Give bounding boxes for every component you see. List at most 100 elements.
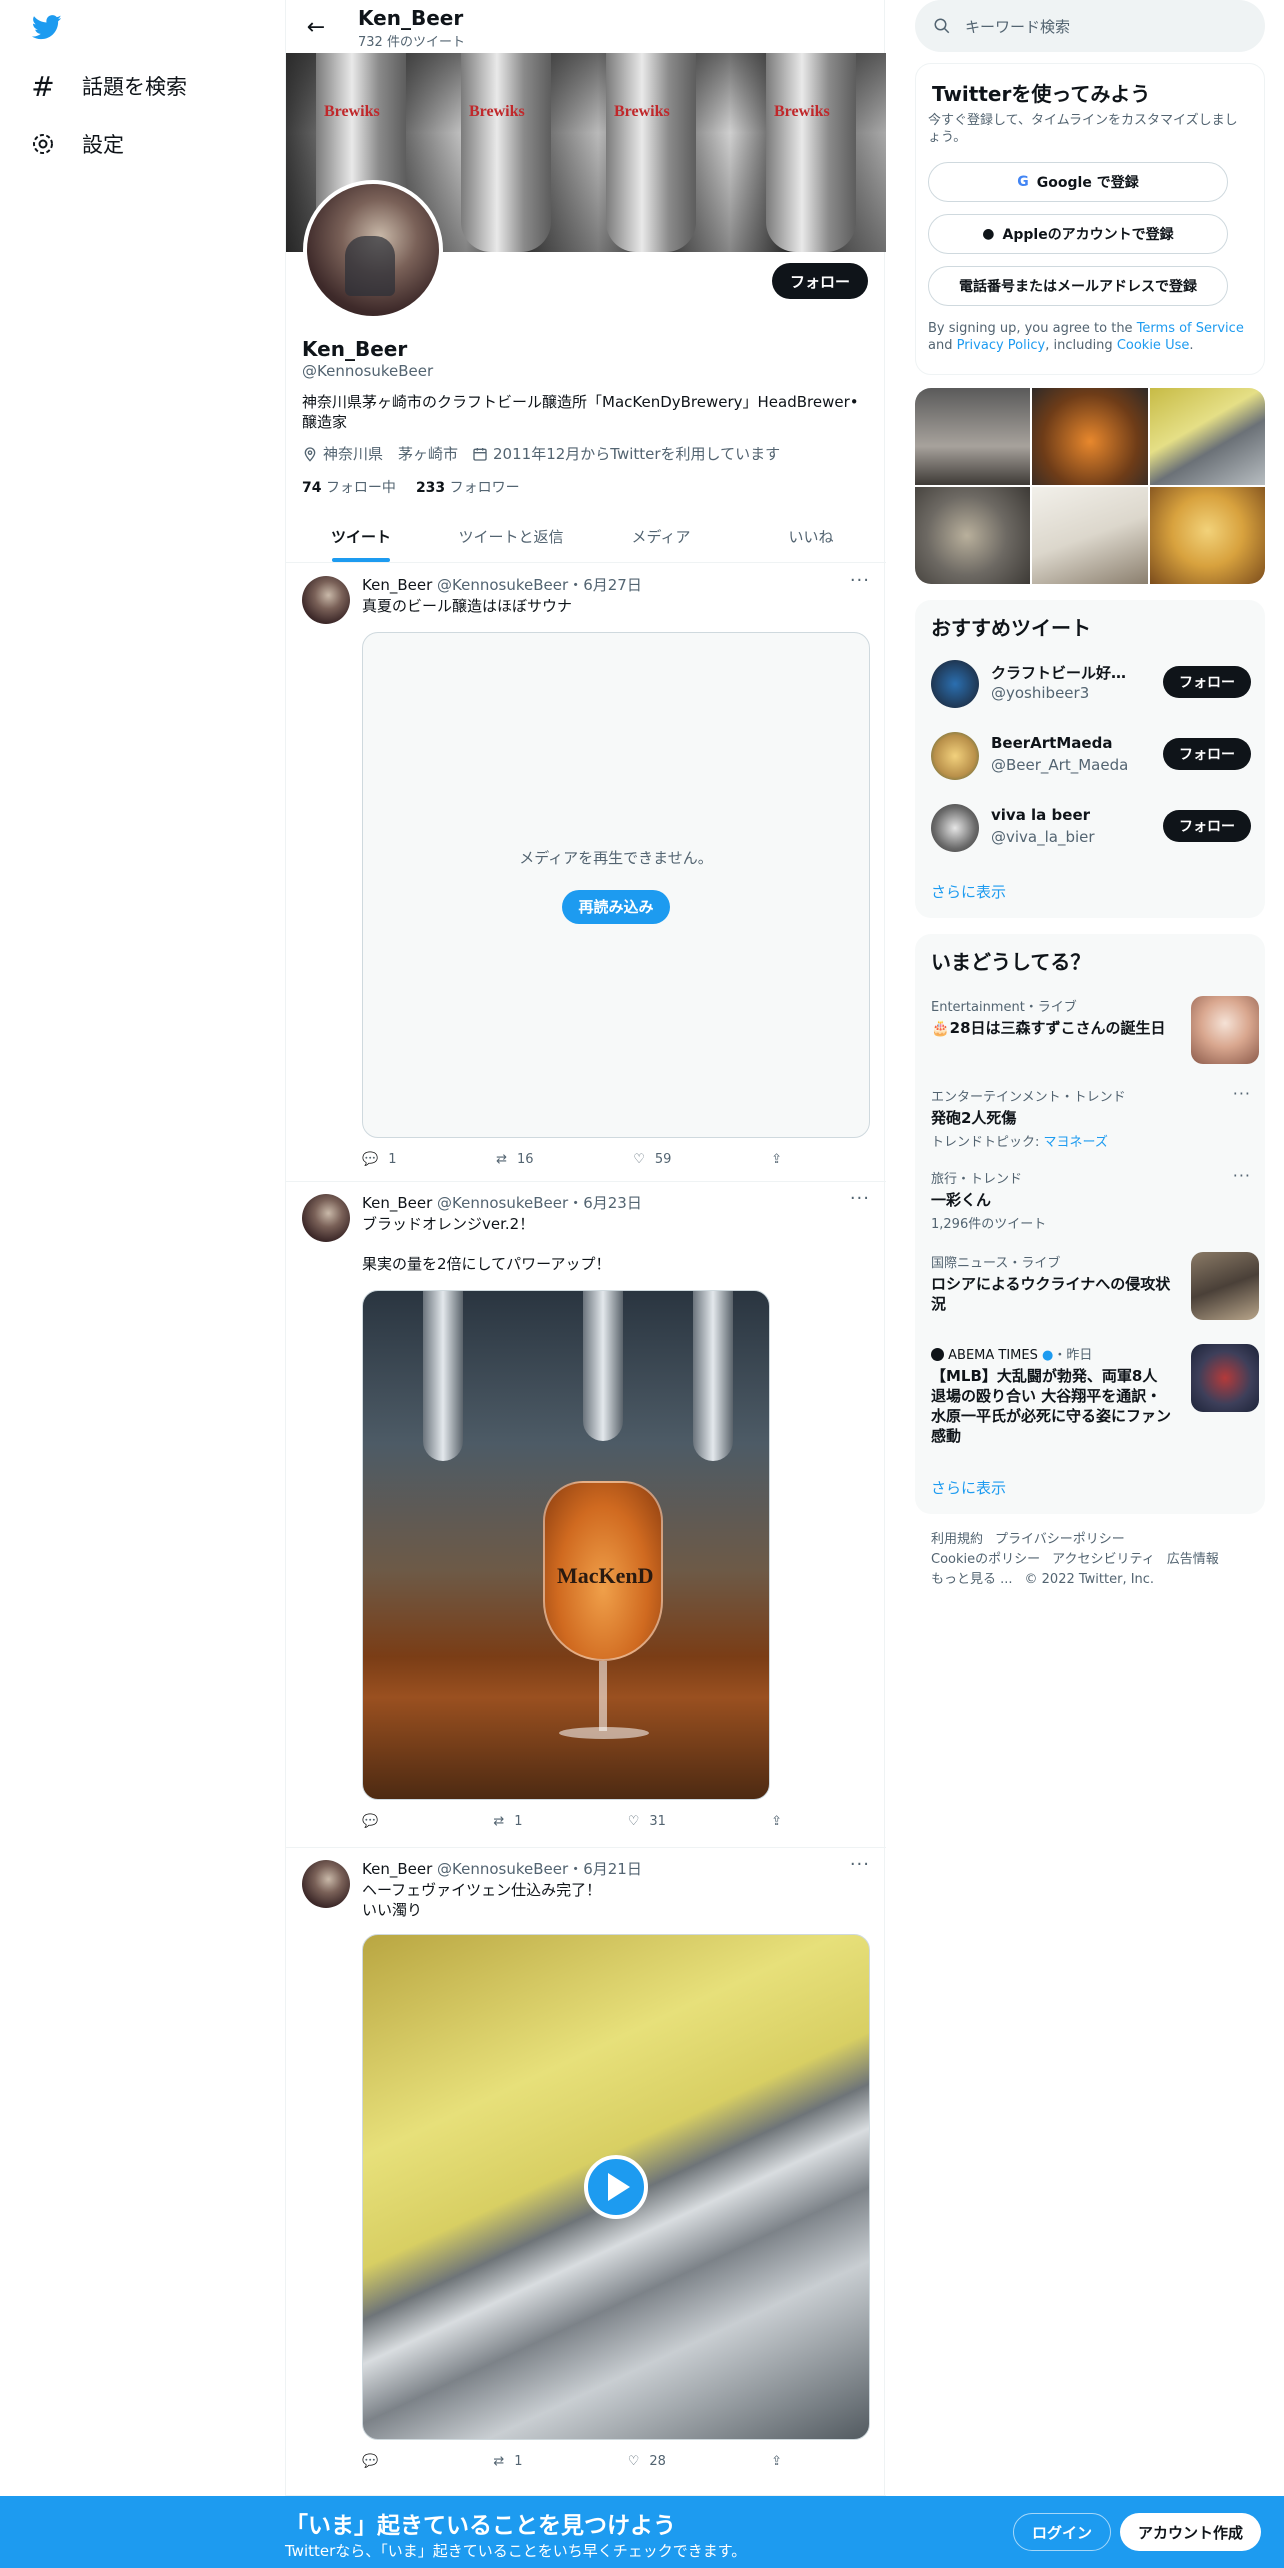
- tab-media[interactable]: メディア: [586, 510, 736, 562]
- more-options-icon[interactable]: ···: [1233, 1084, 1251, 1103]
- tweet-avatar[interactable]: [302, 1194, 350, 1242]
- more-options-icon[interactable]: ···: [850, 1188, 870, 1209]
- retweet-button[interactable]: ⇄ 16: [496, 1152, 533, 1167]
- reply-button[interactable]: 💬 1: [362, 1152, 396, 1167]
- nav-explore[interactable]: # 話題を検索: [28, 58, 187, 114]
- footer-link[interactable]: もっと見る ...: [931, 1572, 1013, 1587]
- beer-tap: [693, 1291, 733, 1461]
- recommended-user[interactable]: viva la beer @viva_la_bier フォロー: [931, 800, 1251, 856]
- retweet-button[interactable]: ⇄ 1: [493, 2454, 522, 2469]
- google-icon: G: [1017, 174, 1029, 190]
- recommended-user[interactable]: BeerArtMaeda @Beer_Art_Maeda フォロー: [931, 728, 1251, 784]
- share-button[interactable]: ⇪: [771, 2454, 782, 2469]
- follow-button[interactable]: フォロー: [1163, 810, 1251, 842]
- back-arrow-icon[interactable]: ←: [300, 11, 332, 43]
- tweet[interactable]: Ken_Beer @KennosukeBeer・6月23日 ··· ブラッドオレ…: [286, 1182, 886, 1848]
- follow-button[interactable]: フォロー: [1163, 738, 1251, 770]
- recommended-user-name: クラフトビール好き...: [991, 664, 1141, 682]
- trend-item[interactable]: 旅行・トレンド 一彩くん 1,296件のツイート ···: [931, 1166, 1251, 1232]
- signup-card: Twitterを使ってみよう 今すぐ登録して、タイムラインをカスタマイズしましょ…: [915, 63, 1265, 375]
- reply-button[interactable]: 💬: [362, 1814, 388, 1829]
- trend-topic-link[interactable]: マヨネーズ: [1044, 1135, 1108, 1150]
- footer-link[interactable]: Cookieのポリシー: [931, 1552, 1040, 1567]
- footer-link[interactable]: 利用規約: [931, 1532, 983, 1547]
- trend-title: 一彩くん: [931, 1191, 992, 1209]
- show-more-link[interactable]: さらに表示: [931, 881, 1006, 902]
- tweet-photo[interactable]: MacKenD: [362, 1290, 770, 1800]
- trend-meta: 旅行・トレンド: [931, 1172, 1023, 1187]
- footer-link[interactable]: プライバシーポリシー: [995, 1532, 1125, 1547]
- follow-button[interactable]: フォロー: [771, 263, 868, 299]
- cookie-link[interactable]: Cookie Use: [1117, 338, 1190, 353]
- verified-badge-icon: ●: [1042, 1348, 1054, 1363]
- more-options-icon[interactable]: ···: [850, 1854, 870, 1875]
- trend-sub: 1,296件のツイート: [931, 1217, 1047, 1232]
- following-link[interactable]: 74 フォロー中: [302, 477, 396, 497]
- media-thumb[interactable]: [915, 388, 1031, 485]
- media-thumb[interactable]: [1032, 487, 1148, 584]
- nav-settings[interactable]: 設定: [28, 116, 124, 172]
- like-button[interactable]: ♡ 31: [628, 1814, 666, 1829]
- trend-item[interactable]: Entertainment・ライブ 🎂28日は三森すずこさんの誕生日: [931, 996, 1259, 1064]
- tweet-author-handle: @KennosukeBeer: [437, 1860, 569, 1878]
- share-button[interactable]: ⇪: [771, 1814, 782, 1829]
- tweet[interactable]: Ken_Beer @KennosukeBeer・6月21日 ··· ヘーフェヴァ…: [286, 1848, 886, 2496]
- media-thumb[interactable]: [1149, 388, 1265, 485]
- privacy-link[interactable]: Privacy Policy: [957, 338, 1046, 353]
- retry-button[interactable]: 再読み込み: [562, 889, 670, 924]
- reply-button[interactable]: 💬: [362, 2454, 388, 2469]
- beer-glass-stem: [599, 1661, 607, 1731]
- phone-email-signup-button[interactable]: 電話番号またはメールアドレスで登録: [928, 266, 1228, 306]
- tab-tweets[interactable]: ツイート: [286, 510, 436, 562]
- media-thumb[interactable]: [1149, 487, 1265, 584]
- tweet-date: 6月21日: [583, 1860, 642, 1878]
- more-options-icon[interactable]: ···: [850, 570, 870, 591]
- tab-likes[interactable]: いいね: [736, 510, 886, 562]
- follow-button[interactable]: フォロー: [1163, 666, 1251, 698]
- tweet-video[interactable]: [362, 1934, 870, 2440]
- trends-card: いまどうしてる？ Entertainment・ライブ 🎂28日は三森すずこさんの…: [915, 934, 1265, 1514]
- login-button[interactable]: ログイン: [1013, 2513, 1112, 2551]
- apple-signup-button[interactable]: ● Appleのアカウントで登録: [928, 214, 1228, 254]
- followers-link[interactable]: 233 フォロワー: [416, 477, 520, 497]
- terms-link[interactable]: Terms of Service: [1137, 321, 1244, 336]
- tweet-avatar[interactable]: [302, 1860, 350, 1908]
- trend-title: 【MLB】大乱闘が勃発、両軍8人退場の殴り合い 大谷翔平を通訳・水原一平氏が必死…: [931, 1367, 1172, 1445]
- profile-meta: 神奈川県 茅ヶ崎市 2011年12月からTwitterを利用しています: [302, 443, 780, 464]
- trend-item[interactable]: ABEMA TIMES ●・昨日 【MLB】大乱闘が勃発、両軍8人退場の殴り合い…: [931, 1344, 1259, 1446]
- footer-copyright: © 2022 Twitter, Inc.: [1024, 1572, 1155, 1587]
- retweet-button[interactable]: ⇄ 1: [493, 1814, 522, 1829]
- play-icon[interactable]: [584, 2155, 648, 2219]
- twitter-bird-icon[interactable]: [30, 12, 68, 44]
- banner-tank: Brewiks: [606, 53, 696, 252]
- trend-sub: トレンドトピック: マヨネーズ: [931, 1135, 1108, 1150]
- footer-link[interactable]: アクセシビリティ: [1052, 1552, 1155, 1567]
- tweet[interactable]: Ken_Beer @KennosukeBeer・6月27日 ··· 真夏のビール…: [286, 564, 886, 1182]
- tab-tweets-replies[interactable]: ツイートと返信: [436, 510, 586, 562]
- tweet-media-unavailable: メディアを再生できません。 再読み込み: [362, 632, 870, 1138]
- share-button[interactable]: ⇪: [771, 1152, 782, 1167]
- create-account-button[interactable]: アカウント作成: [1120, 2513, 1262, 2551]
- google-signup-button[interactable]: G Google で登録: [928, 162, 1228, 202]
- trends-title: いまどうしてる？: [931, 950, 1091, 974]
- trend-item[interactable]: エンターテインメント・トレンド 発砲2人死傷 トレンドトピック: マヨネーズ ·…: [931, 1084, 1251, 1150]
- search-input[interactable]: キーワード検索: [915, 0, 1265, 52]
- gear-icon: [28, 129, 58, 159]
- media-thumb[interactable]: [1032, 388, 1148, 485]
- tweet-avatar[interactable]: [302, 576, 350, 624]
- trend-item[interactable]: 国際ニュース・ライブ ロシアによるウクライナへの侵攻状況: [931, 1252, 1259, 1320]
- profile-follow-stats: 74 フォロー中 233 フォロワー: [302, 477, 520, 497]
- media-grid: [915, 388, 1265, 584]
- trend-title: 発砲2人死傷: [931, 1109, 1017, 1127]
- tweet-date: 6月23日: [583, 1194, 642, 1212]
- more-options-icon[interactable]: ···: [1233, 1166, 1251, 1185]
- profile-avatar[interactable]: [303, 180, 443, 320]
- show-more-link[interactable]: さらに表示: [931, 1477, 1006, 1498]
- trend-image: [1191, 1344, 1259, 1412]
- media-thumb[interactable]: [915, 487, 1031, 584]
- beer-tap: [583, 1291, 623, 1441]
- like-button[interactable]: ♡ 59: [633, 1152, 671, 1167]
- footer-link[interactable]: 広告情報: [1167, 1552, 1219, 1567]
- like-button[interactable]: ♡ 28: [628, 2454, 666, 2469]
- recommended-user[interactable]: クラフトビール好き... @yoshibeer3 フォロー: [931, 656, 1251, 712]
